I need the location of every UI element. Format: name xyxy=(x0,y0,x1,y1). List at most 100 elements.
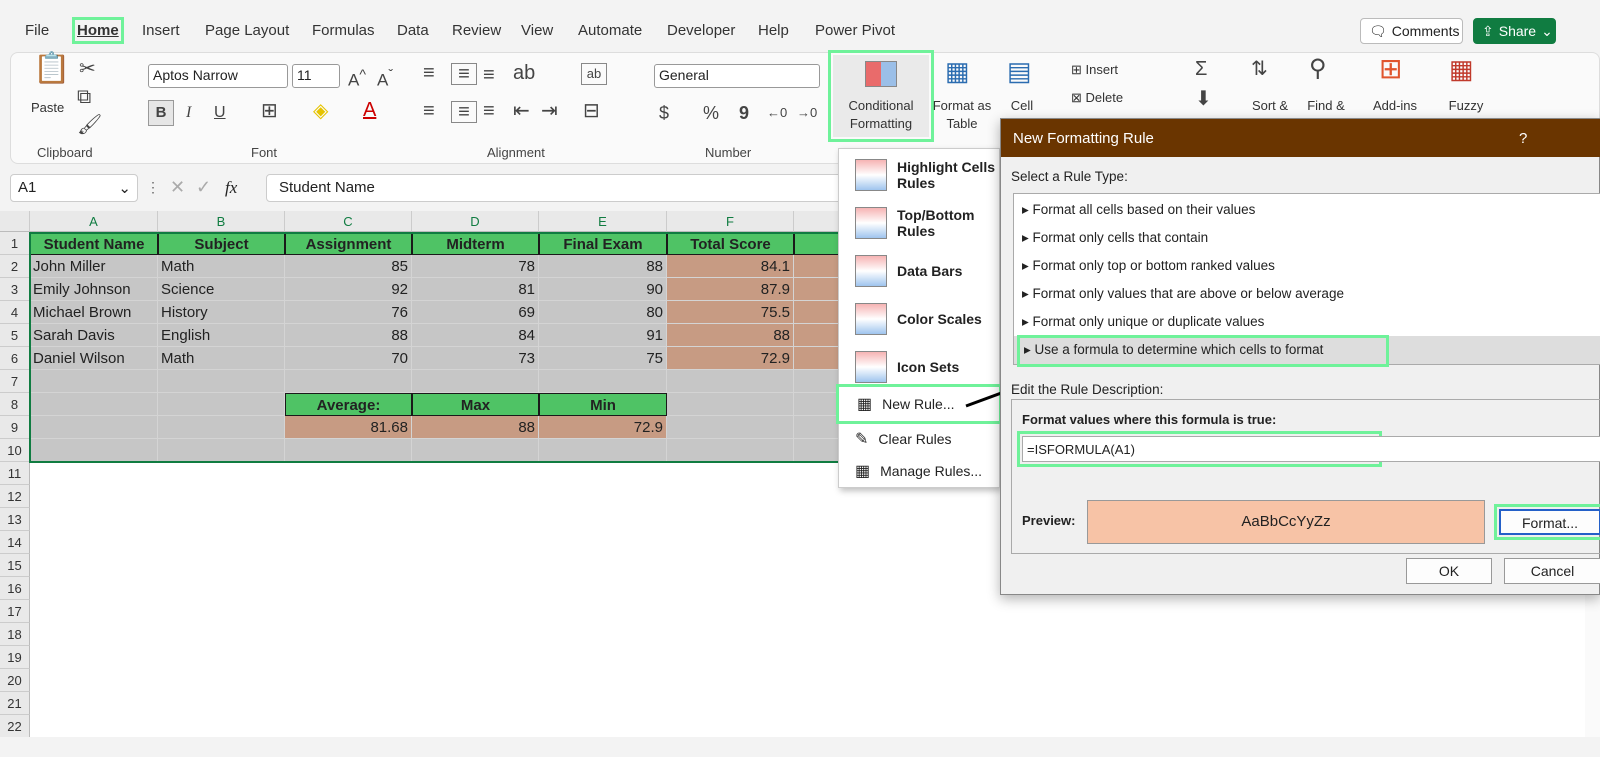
summary-header-cell[interactable]: Average: xyxy=(285,393,412,416)
decrease-decimal-icon[interactable]: →0 xyxy=(797,103,817,123)
data-cell[interactable]: Michael Brown xyxy=(30,301,158,324)
underline-button[interactable]: U xyxy=(214,103,226,123)
ok-button[interactable]: OK xyxy=(1406,558,1492,584)
header-cell[interactable]: Student Name xyxy=(30,232,158,255)
data-cell[interactable]: 85 xyxy=(285,255,412,278)
increase-decimal-icon[interactable]: ←0 xyxy=(767,103,787,123)
data-cell[interactable]: 84 xyxy=(412,324,539,347)
font-color-icon[interactable]: A xyxy=(363,100,376,120)
align-right-icon[interactable]: ≡ xyxy=(483,101,495,121)
data-cell[interactable]: 69 xyxy=(412,301,539,324)
row-header[interactable]: 11 xyxy=(0,462,30,485)
align-middle-icon[interactable]: ≡ xyxy=(451,63,477,85)
tab-file[interactable]: File xyxy=(25,22,49,39)
rule-type-item[interactable]: ▸ Format only top or bottom ranked value… xyxy=(1014,252,1600,280)
find-select-label[interactable]: Find & xyxy=(1301,97,1351,115)
row-header[interactable]: 10 xyxy=(0,439,30,462)
menu-color-scales[interactable]: Color Scales xyxy=(839,299,999,339)
data-cell[interactable]: Daniel Wilson xyxy=(30,347,158,370)
decrease-indent-icon[interactable]: ⇤ xyxy=(513,101,530,121)
data-cell[interactable]: 72.9 xyxy=(667,347,794,370)
addins-icon[interactable]: ⊞ xyxy=(1379,55,1402,83)
data-cell[interactable]: 80 xyxy=(539,301,667,324)
empty-cell[interactable] xyxy=(539,370,667,393)
conditional-formatting-button[interactable]: Conditional Formatting xyxy=(828,50,934,142)
help-button[interactable]: ? xyxy=(1519,130,1527,147)
empty-cell[interactable] xyxy=(158,370,285,393)
data-cell[interactable]: 87.9 xyxy=(667,278,794,301)
delete-cells-button[interactable]: ⊠ Delete xyxy=(1071,89,1161,107)
empty-cell[interactable] xyxy=(412,370,539,393)
data-cell[interactable]: 78 xyxy=(412,255,539,278)
font-size-select[interactable]: 11 xyxy=(292,64,340,88)
insert-function-button[interactable]: fx xyxy=(225,178,237,198)
row-header[interactable]: 8 xyxy=(0,393,30,416)
name-box[interactable]: A1 ⌄ xyxy=(10,174,138,202)
autosum-icon[interactable]: Σ xyxy=(1195,59,1207,79)
row-header[interactable]: 6 xyxy=(0,347,30,370)
menu-highlight-cells-rules[interactable]: Highlight Cells Rules xyxy=(839,155,999,195)
empty-cell[interactable] xyxy=(285,370,412,393)
sort-filter-label[interactable]: Sort & xyxy=(1245,97,1295,115)
data-cell[interactable]: 90 xyxy=(539,278,667,301)
row-header[interactable]: 7 xyxy=(0,370,30,393)
format-as-table-label-2[interactable]: Table xyxy=(929,115,995,133)
empty-cell[interactable] xyxy=(667,439,794,462)
fuzzy-icon[interactable]: ▦ xyxy=(1449,56,1474,82)
data-cell[interactable]: 73 xyxy=(412,347,539,370)
row-header[interactable]: 14 xyxy=(0,531,30,554)
empty-cell[interactable] xyxy=(667,393,794,416)
copy-icon[interactable]: ⧉ xyxy=(77,87,91,107)
cancel-icon[interactable]: ✕ xyxy=(170,177,185,198)
number-format-select[interactable]: General xyxy=(654,64,820,88)
wrap-text-icon[interactable]: ab xyxy=(581,63,607,85)
data-cell[interactable]: 88 xyxy=(539,255,667,278)
paste-button[interactable]: Paste xyxy=(31,99,64,117)
align-bottom-icon[interactable]: ≡ xyxy=(483,65,495,85)
italic-button[interactable]: I xyxy=(186,103,191,123)
tab-home[interactable]: Home xyxy=(72,17,124,44)
formula-input-field[interactable]: =ISFORMULA(A1) xyxy=(1017,431,1382,467)
row-header[interactable]: 18 xyxy=(0,623,30,646)
select-all-corner[interactable] xyxy=(0,211,30,232)
col-header-d[interactable]: D xyxy=(412,211,539,232)
col-header-b[interactable]: B xyxy=(158,211,285,232)
col-header-a[interactable]: A xyxy=(30,211,158,232)
cut-icon[interactable]: ✂ xyxy=(79,59,96,79)
col-header-c[interactable]: C xyxy=(285,211,412,232)
cancel-button[interactable]: Cancel xyxy=(1504,558,1600,584)
tab-page-layout[interactable]: Page Layout xyxy=(205,22,289,39)
tab-developer[interactable]: Developer xyxy=(667,22,735,39)
font-name-select[interactable]: Aptos Narrow xyxy=(148,64,288,88)
data-cell[interactable]: Sarah Davis xyxy=(30,324,158,347)
data-cell[interactable]: John Miller xyxy=(30,255,158,278)
format-button[interactable]: Format... xyxy=(1494,504,1600,540)
percent-button[interactable]: % xyxy=(703,103,719,123)
tab-formulas[interactable]: Formulas xyxy=(312,22,375,39)
row-header[interactable]: 15 xyxy=(0,554,30,577)
empty-cell[interactable] xyxy=(412,439,539,462)
col-header-e[interactable]: E xyxy=(539,211,667,232)
data-cell[interactable]: 70 xyxy=(285,347,412,370)
row-header[interactable]: 9 xyxy=(0,416,30,439)
empty-cell[interactable] xyxy=(285,439,412,462)
data-cell[interactable]: Math xyxy=(158,347,285,370)
header-cell[interactable]: Subject xyxy=(158,232,285,255)
header-cell[interactable]: Final Exam xyxy=(539,232,667,255)
data-cell[interactable]: 81 xyxy=(412,278,539,301)
increase-indent-icon[interactable]: ⇥ xyxy=(541,101,558,121)
comments-button[interactable]: 🗨 Comments xyxy=(1360,18,1463,44)
summary-value-cell[interactable]: 81.68 xyxy=(285,416,412,439)
currency-button[interactable]: $ xyxy=(659,103,669,123)
row-header[interactable]: 22 xyxy=(0,715,30,738)
fill-icon[interactable]: ⬇ xyxy=(1195,89,1212,109)
insert-cells-button[interactable]: ⊞ Insert xyxy=(1071,61,1161,79)
row-header[interactable]: 20 xyxy=(0,669,30,692)
merge-center-icon[interactable]: ⊟ xyxy=(583,101,600,121)
comma-button[interactable]: 9 xyxy=(739,103,749,123)
empty-cell[interactable] xyxy=(539,439,667,462)
header-cell[interactable]: Total Score xyxy=(667,232,794,255)
data-cell[interactable]: 92 xyxy=(285,278,412,301)
paste-icon[interactable]: 📋 xyxy=(33,54,70,84)
addins-label[interactable]: Add-ins xyxy=(1365,97,1425,115)
